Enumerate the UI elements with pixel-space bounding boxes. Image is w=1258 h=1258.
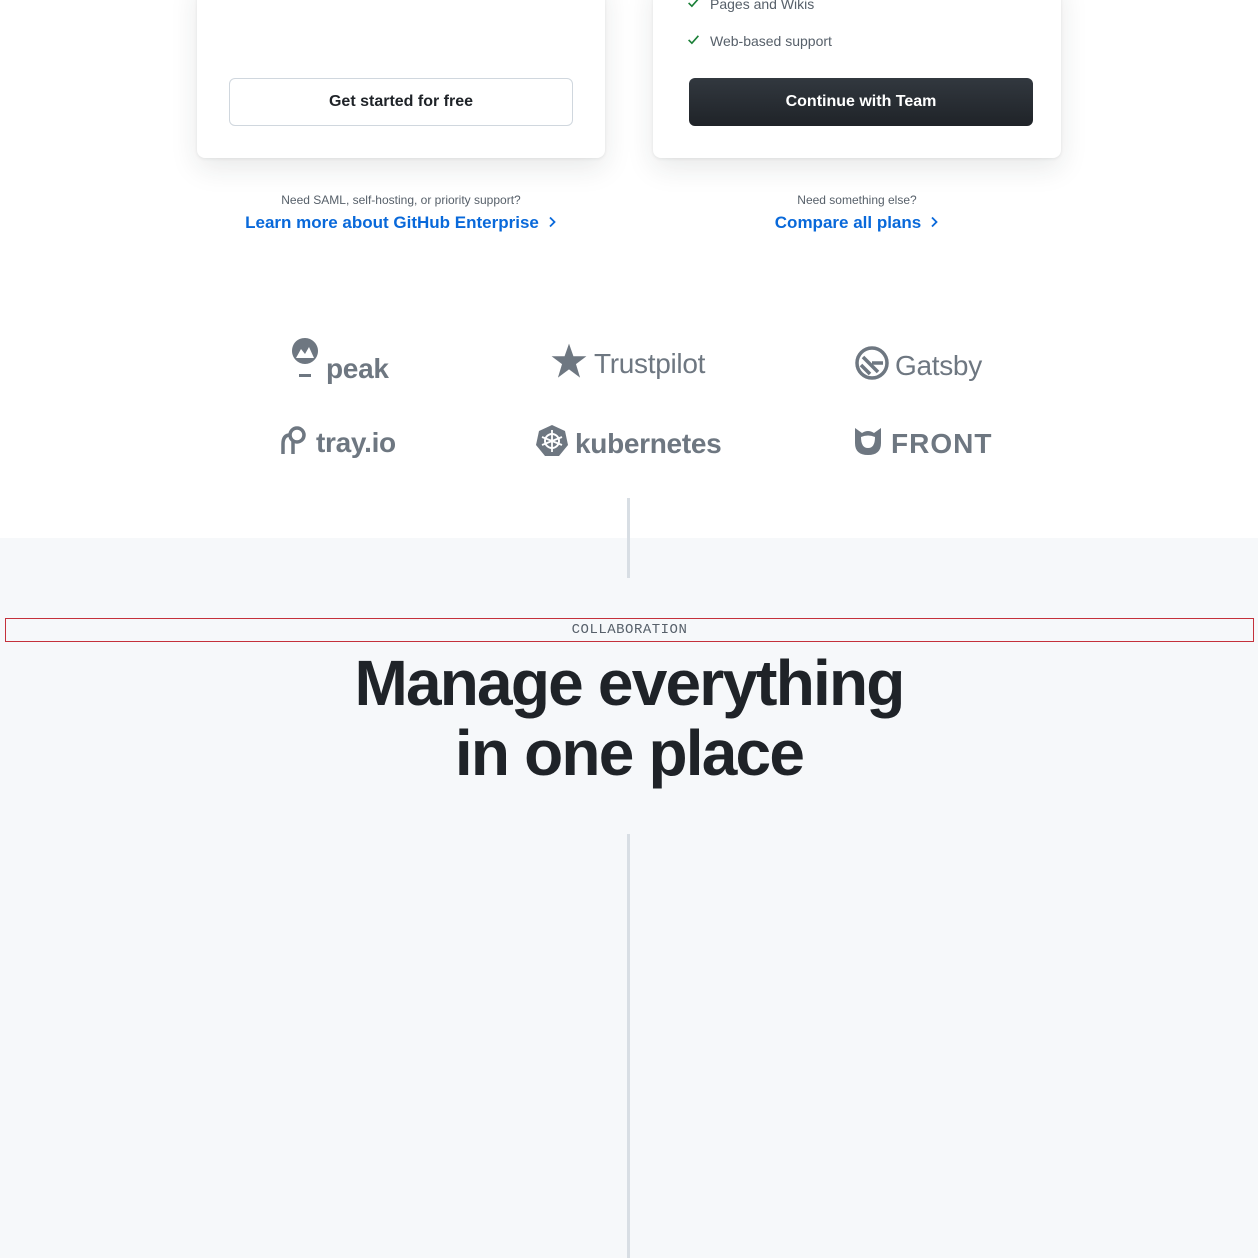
tray-logo: tray.io bbox=[280, 424, 396, 461]
trustpilot-wordmark: Trustpilot bbox=[594, 347, 706, 379]
check-icon bbox=[687, 0, 700, 12]
collaboration-eyebrow: COLLABORATION bbox=[571, 622, 688, 638]
tray-wordmark: tray.io bbox=[316, 426, 396, 458]
feature-label: Pages and Wikis bbox=[710, 0, 815, 12]
front-mark-icon bbox=[851, 424, 885, 463]
trustpilot-logo: Trustpilot bbox=[550, 342, 705, 385]
front-logo: FRONT bbox=[851, 424, 992, 463]
enterprise-link-label: Learn more about GitHub Enterprise bbox=[245, 213, 539, 232]
gatsby-wordmark: Gatsby bbox=[895, 349, 982, 381]
compare-note: Need something else? Compare all plans bbox=[653, 193, 1061, 233]
headline-line-1: Manage everything bbox=[354, 647, 905, 719]
compare-plans-link[interactable]: Compare all plans bbox=[775, 213, 939, 233]
tray-mark-icon bbox=[280, 424, 310, 461]
peak-logo: peak bbox=[290, 336, 389, 387]
free-plan-card: Get started for free bbox=[197, 0, 605, 158]
kubernetes-helm-icon bbox=[535, 424, 569, 463]
feature-label: Web-based support bbox=[710, 33, 832, 49]
enterprise-link[interactable]: Learn more about GitHub Enterprise bbox=[245, 213, 557, 233]
chevron-right-icon bbox=[547, 213, 557, 233]
check-icon bbox=[687, 33, 700, 49]
enterprise-note-text: Need SAML, self-hosting, or priority sup… bbox=[281, 193, 521, 207]
kubernetes-wordmark: kubernetes bbox=[575, 427, 722, 459]
peak-mark-icon bbox=[290, 336, 320, 387]
front-wordmark: FRONT bbox=[891, 427, 993, 459]
kubernetes-logo: kubernetes bbox=[535, 424, 722, 463]
feature-item: Web-based support bbox=[687, 33, 832, 49]
get-started-free-button[interactable]: Get started for free bbox=[229, 78, 573, 126]
continue-with-team-button[interactable]: Continue with Team bbox=[689, 78, 1033, 126]
headline-line-2: in one place bbox=[454, 717, 805, 789]
chevron-right-icon bbox=[929, 213, 939, 233]
team-plan-card: Pages and Wikis Web-based support Contin… bbox=[653, 0, 1061, 158]
section-divider-line bbox=[627, 498, 630, 578]
compare-note-text: Need something else? bbox=[797, 193, 917, 207]
feature-item: Pages and Wikis bbox=[687, 0, 814, 12]
enterprise-note: Need SAML, self-hosting, or priority sup… bbox=[197, 193, 605, 233]
peak-wordmark: peak bbox=[326, 352, 389, 384]
collaboration-headline: Manage everything in one place bbox=[0, 648, 1258, 788]
timeline-line bbox=[627, 834, 630, 1258]
gatsby-logo: Gatsby bbox=[855, 346, 982, 385]
star-icon bbox=[550, 342, 588, 385]
compare-plans-label: Compare all plans bbox=[774, 213, 922, 232]
gatsby-mark-icon bbox=[855, 346, 889, 385]
collaboration-eyebrow-box: COLLABORATION bbox=[5, 618, 1254, 642]
